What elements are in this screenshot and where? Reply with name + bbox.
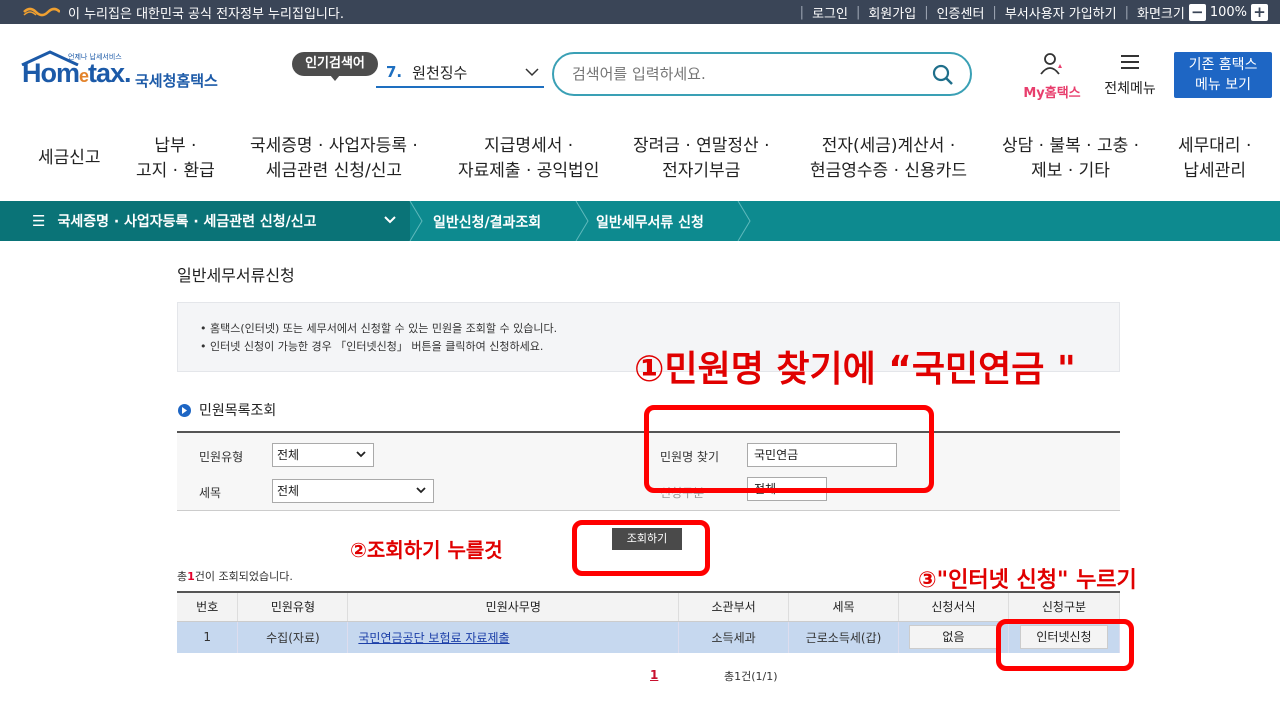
chevron-down-icon bbox=[416, 487, 426, 494]
page: 이 누리집은 대한민국 공식 전자정부 누리집입니다. | 로그인 | 회원가입… bbox=[0, 0, 1280, 720]
highlight-box-name-field bbox=[644, 405, 934, 493]
page-title: 일반세무서류신청 bbox=[177, 266, 295, 285]
highlight-box-query-button bbox=[572, 520, 710, 576]
login-link[interactable]: 로그인 bbox=[812, 3, 848, 22]
breadcrumb: ☰ 국세증명 · 사업자등록 · 세금관련 신청/신고 일반신청/결과조회 일반… bbox=[0, 201, 1280, 241]
nav-item-payment-statements[interactable]: 지급명세서 · 자료제출 · 공익법인 bbox=[458, 134, 599, 184]
section-title: 민원목록조회 bbox=[178, 400, 276, 420]
page-link-1[interactable]: 1 bbox=[650, 668, 658, 682]
nav-item-incentives[interactable]: 장려금 · 연말정산 · 전자기부금 bbox=[633, 134, 770, 184]
popular-search-select[interactable]: 7. 원천징수 bbox=[376, 58, 544, 88]
chevron-down-icon bbox=[356, 451, 366, 458]
logo-wordmark: Hometax. bbox=[22, 58, 132, 88]
cell-dept: 소득세과 bbox=[678, 621, 790, 653]
result-count: 총1건이 조회되었습니다. bbox=[177, 570, 293, 583]
table-row[interactable]: 1 수집(자료) 국민연금공단 보험료 자료제출 소득세과 근로소득세(갑) 없… bbox=[177, 621, 1121, 653]
result-table: 번호 민원유형 민원사무명 소관부서 세목 신청서식 신청구분 1 수집(자료)… bbox=[177, 591, 1121, 653]
logo-nts: 국세청홈택스 bbox=[135, 72, 218, 90]
type-label: 민원유형 bbox=[199, 450, 244, 464]
col-header-tax: 세목 bbox=[788, 592, 899, 622]
annotation-step2: ②조회하기 누를것 bbox=[350, 538, 503, 562]
cell-type: 수집(자료) bbox=[237, 621, 349, 653]
cell-name: 국민연금공단 보험료 자료제출 bbox=[347, 621, 680, 653]
breadcrumb-level3[interactable]: 일반세무서류 신청 bbox=[596, 212, 704, 232]
breadcrumb-separator-icon bbox=[409, 201, 423, 241]
cell-no: 1 bbox=[177, 621, 239, 653]
chevron-down-icon bbox=[384, 216, 396, 224]
col-header-apply: 신청구분 bbox=[1008, 592, 1121, 622]
arrow-circle-icon bbox=[178, 403, 191, 417]
breadcrumb-level1[interactable]: ☰ 국세증명 · 사업자등록 · 세금관련 신청/신고 bbox=[0, 201, 410, 241]
dept-user-signup-link[interactable]: 부서사용자 가입하기 bbox=[1005, 3, 1117, 22]
nav-item-e-invoices[interactable]: 전자(세금)계산서 · 현금영수증 · 신용카드 bbox=[810, 134, 967, 184]
col-header-type: 민원유형 bbox=[237, 592, 349, 622]
cell-form: 없음 bbox=[898, 621, 1009, 653]
type-select[interactable]: 전체 bbox=[272, 443, 374, 467]
signup-link[interactable]: 회원가입 bbox=[868, 3, 916, 22]
gov-emblem-icon bbox=[22, 5, 62, 19]
tax-label: 세목 bbox=[199, 486, 222, 500]
main-nav: 세금신고 납부 · 고지 · 환급 국세증명 · 사업자등록 · 세금관련 신청/신… bbox=[0, 120, 1280, 200]
breadcrumb-level2[interactable]: 일반신청/결과조회 bbox=[433, 212, 541, 232]
user-icon bbox=[1040, 53, 1062, 75]
search-box bbox=[552, 52, 972, 96]
menu-icon: ☰ bbox=[32, 212, 46, 230]
annotation-step1: ①민원명 찾기에 “국민연금 " bbox=[634, 349, 1076, 390]
breadcrumb-separator-icon bbox=[737, 201, 751, 241]
zoom-in-button[interactable]: + bbox=[1251, 3, 1268, 21]
table-header-row: 번호 민원유형 민원사무명 소관부서 세목 신청서식 신청구분 bbox=[177, 592, 1121, 622]
hometax-logo[interactable]: 언제나 납세서비스 Hometax. 국세청홈택스 bbox=[20, 50, 235, 100]
search-icon[interactable] bbox=[932, 64, 954, 86]
tax-select[interactable]: 전체 bbox=[272, 479, 434, 503]
all-menu-button[interactable]: 전체메뉴 bbox=[1098, 52, 1162, 98]
col-header-form: 신청서식 bbox=[898, 592, 1009, 622]
page-info: 총1건(1/1) bbox=[724, 670, 778, 683]
breadcrumb-separator-icon bbox=[575, 201, 589, 241]
civil-service-link[interactable]: 국민연금공단 보험료 자료제출 bbox=[358, 631, 509, 645]
zoom-value: 100% bbox=[1209, 4, 1247, 20]
col-header-dept: 소관부서 bbox=[678, 592, 790, 622]
hamburger-icon bbox=[1121, 55, 1139, 69]
popular-rank: 7. bbox=[386, 63, 403, 81]
col-header-name: 민원사무명 bbox=[347, 592, 680, 622]
search-input[interactable] bbox=[572, 65, 912, 83]
popular-search-badge: 인기검색어 bbox=[292, 52, 378, 81]
nav-item-payment[interactable]: 납부 · 고지 · 환급 bbox=[136, 134, 215, 184]
annotation-step3: ③"인터넷 신청" 누르기 bbox=[918, 568, 1137, 593]
zoom-label: 화면크기 bbox=[1136, 6, 1185, 22]
site-header: 언제나 납세서비스 Hometax. 국세청홈택스 인기검색어 7. 원천징수 … bbox=[0, 24, 1280, 120]
zoom-out-button[interactable]: − bbox=[1188, 3, 1206, 21]
nav-item-consulting[interactable]: 상담 · 불복 · 고충 · 제보 · 기타 bbox=[1002, 134, 1139, 184]
nav-item-tax-agent[interactable]: 세무대리 · 납세관리 bbox=[1178, 134, 1251, 184]
gov-banner: 이 누리집은 대한민국 공식 전자정부 누리집입니다. | 로그인 | 회원가입… bbox=[0, 0, 1280, 24]
form-none-button[interactable]: 없음 bbox=[909, 625, 998, 650]
cell-tax: 근로소득세(갑) bbox=[788, 621, 899, 653]
nav-item-certificates[interactable]: 국세증명 · 사업자등록 · 세금관련 신청/신고 bbox=[250, 134, 418, 184]
my-hometax-label: My홈택스 bbox=[1023, 86, 1081, 101]
highlight-box-internet-apply bbox=[996, 619, 1134, 671]
nav-item-tax-filing[interactable]: 세금신고 bbox=[38, 146, 101, 171]
chevron-down-icon bbox=[525, 68, 539, 77]
popular-term: 원천징수 bbox=[412, 63, 468, 82]
col-header-no: 번호 bbox=[177, 592, 239, 622]
my-hometax-button[interactable]: My홈택스 bbox=[1014, 52, 1090, 101]
cert-center-link[interactable]: 인증센터 bbox=[937, 3, 985, 22]
gov-notice: 이 누리집은 대한민국 공식 전자정부 누리집입니다. bbox=[68, 6, 344, 22]
old-menu-button[interactable]: 기존 홈택스 메뉴 보기 bbox=[1174, 52, 1272, 98]
all-menu-label: 전체메뉴 bbox=[1104, 81, 1156, 97]
utility-links: | 로그인 | 회원가입 | 인증센터 | 부서사용자 가입하기 | 화면크기 … bbox=[792, 0, 1272, 24]
